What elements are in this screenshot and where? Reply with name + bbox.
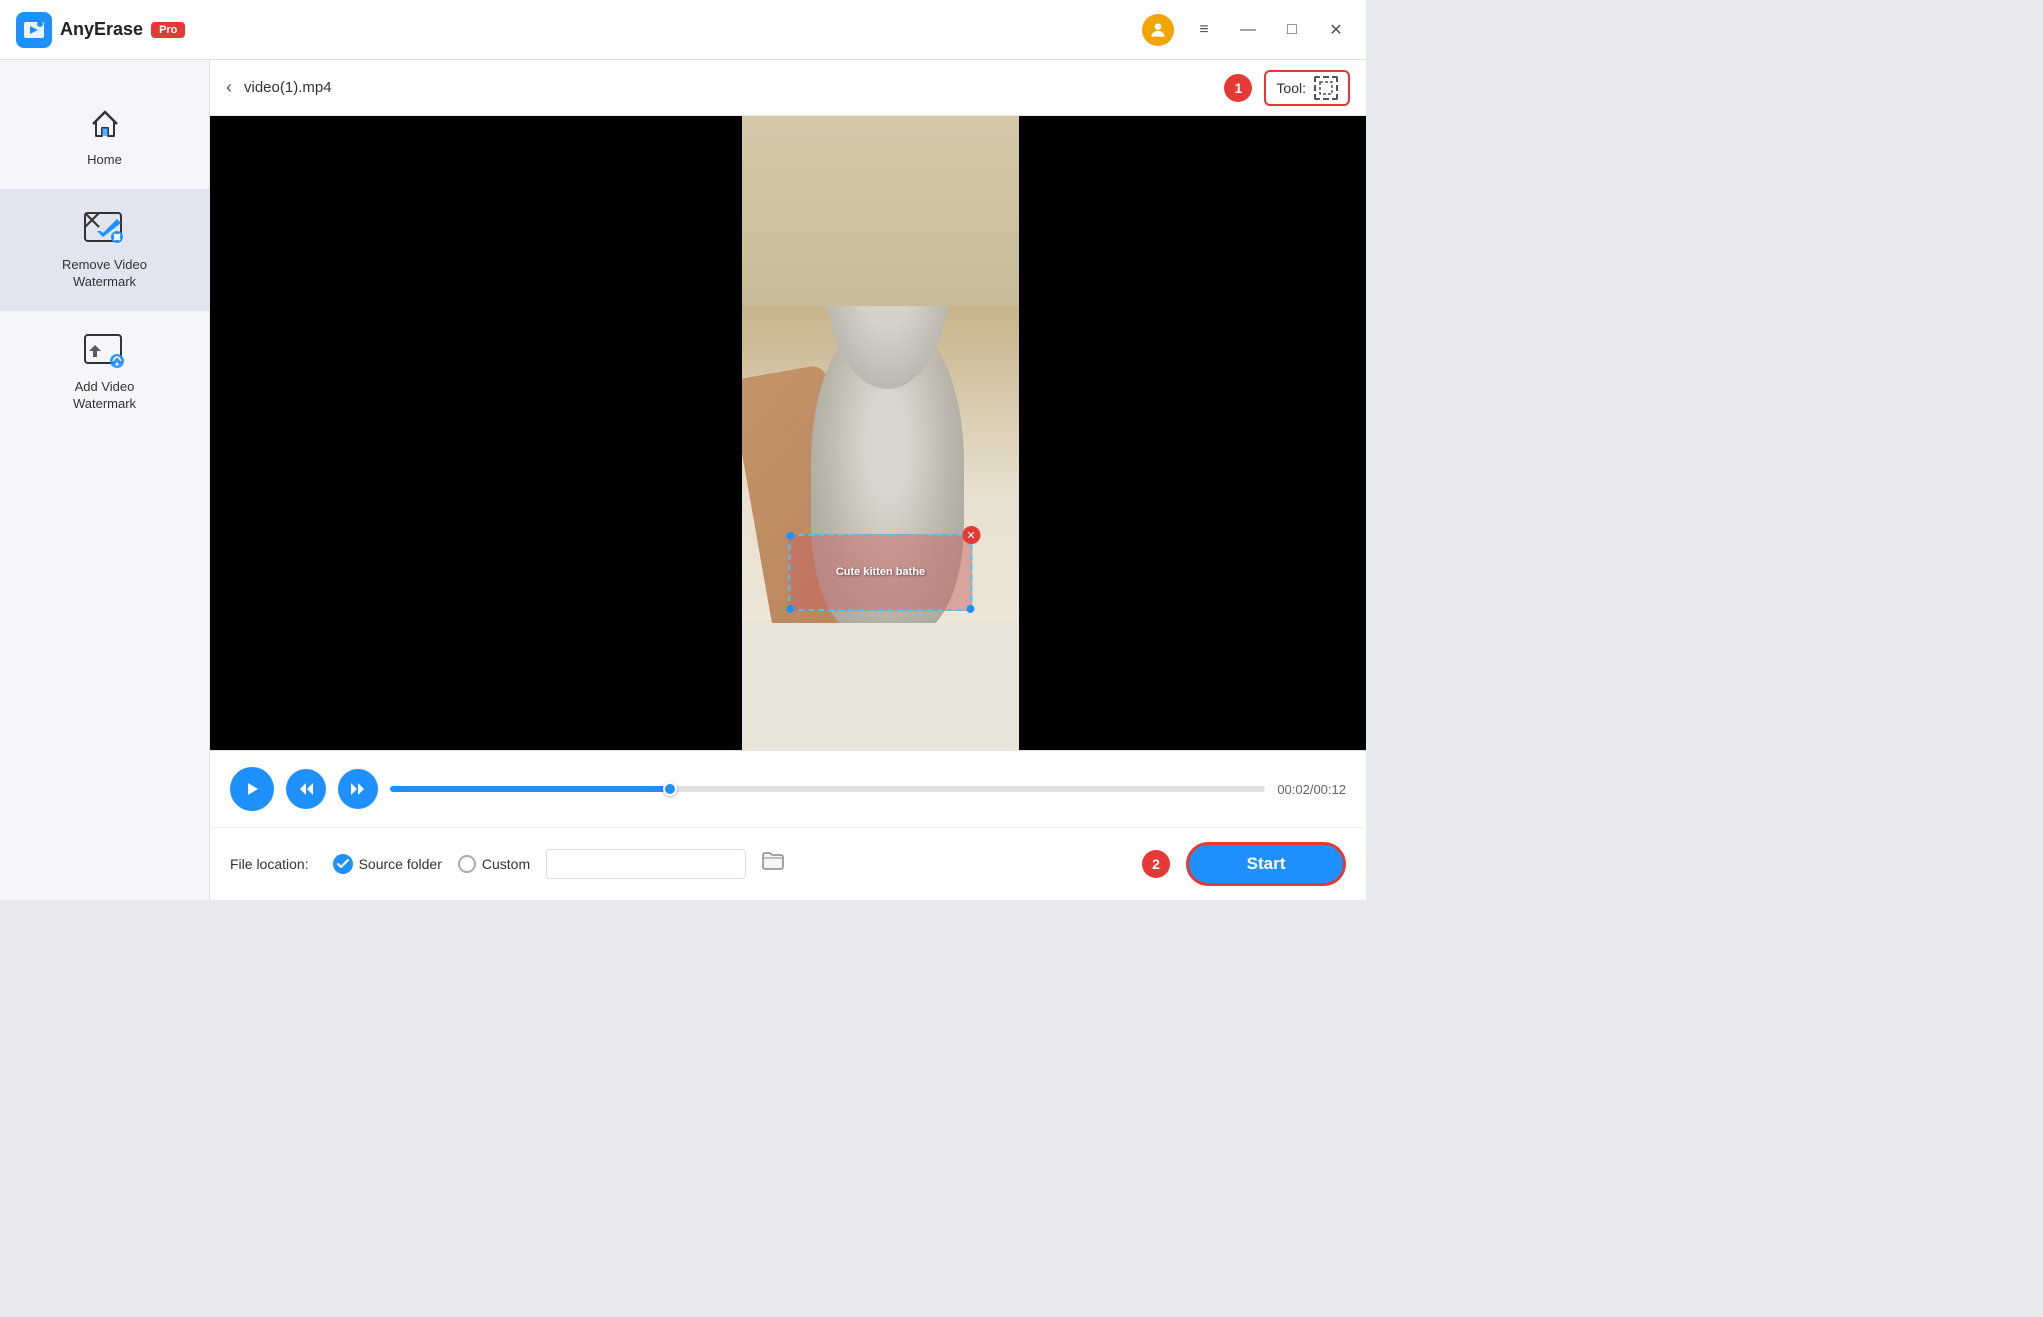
forward-button[interactable] xyxy=(338,769,378,809)
video-header: ‹ video(1).mp4 1 Tool: xyxy=(210,60,1366,116)
app-name: AnyErase xyxy=(60,19,143,40)
video-container[interactable]: Cute kitten bathe ✕ xyxy=(210,116,1366,750)
file-location-row: File location: Source folder Custom xyxy=(210,827,1366,900)
remove-watermark-icon xyxy=(83,209,127,249)
close-button[interactable]: ✕ xyxy=(1322,16,1350,44)
sidebar-home-label: Home xyxy=(87,152,122,169)
content-area: ‹ video(1).mp4 1 Tool: xyxy=(210,60,1366,900)
selection-tool-icon[interactable] xyxy=(1314,76,1338,100)
sidebar-item-add-watermark[interactable]: Add VideoWatermark xyxy=(0,311,209,433)
source-folder-label: Source folder xyxy=(359,856,442,872)
sidebar-remove-watermark-label: Remove VideoWatermark xyxy=(62,257,147,291)
video-filename: video(1).mp4 xyxy=(244,79,1212,96)
watermark-text: Cute kitten bathe xyxy=(836,566,925,578)
menu-button[interactable]: ≡ xyxy=(1190,16,1218,44)
source-folder-radio[interactable] xyxy=(333,854,353,874)
background-wall xyxy=(742,116,1019,306)
pro-badge: Pro xyxy=(151,22,185,38)
custom-path-input[interactable] xyxy=(546,849,746,879)
handle-bottom-right[interactable] xyxy=(966,605,974,613)
sidebar: Home Remove VideoWatermark xyxy=(0,60,210,900)
close-selection-button[interactable]: ✕ xyxy=(962,526,980,544)
start-button[interactable]: Start xyxy=(1186,842,1346,886)
sidebar-item-remove-watermark[interactable]: Remove VideoWatermark xyxy=(0,189,209,311)
back-button[interactable]: ‹ xyxy=(226,77,232,98)
progress-bar[interactable] xyxy=(390,786,1265,792)
file-location-label: File location: xyxy=(230,856,309,872)
main-layout: Home Remove VideoWatermark xyxy=(0,60,1366,900)
background-floor xyxy=(742,623,1019,750)
playback-row: 00:02/00:12 xyxy=(230,767,1346,811)
video-black-left xyxy=(210,116,742,750)
play-button[interactable] xyxy=(230,767,274,811)
custom-label: Custom xyxy=(482,856,530,872)
tool-box: Tool: xyxy=(1264,70,1350,106)
rewind-button[interactable] xyxy=(286,769,326,809)
progress-fill xyxy=(390,786,670,792)
home-icon xyxy=(85,104,125,144)
window-controls: ≡ — □ ✕ xyxy=(1142,14,1350,46)
progress-thumb[interactable] xyxy=(663,782,677,796)
sidebar-item-home[interactable]: Home xyxy=(0,84,209,189)
watermark-selection-box[interactable]: Cute kitten bathe ✕ xyxy=(789,534,972,610)
title-bar: AnyErase Pro ≡ — □ ✕ xyxy=(0,0,1366,60)
handle-top-left[interactable] xyxy=(787,532,795,540)
user-avatar[interactable] xyxy=(1142,14,1174,46)
source-folder-option[interactable]: Source folder xyxy=(333,854,442,874)
video-frame: Cute kitten bathe ✕ xyxy=(210,116,1366,750)
maximize-button[interactable]: □ xyxy=(1278,16,1306,44)
custom-option[interactable]: Custom xyxy=(458,855,530,873)
step1-badge: 1 xyxy=(1224,74,1252,102)
tool-label: Tool: xyxy=(1276,80,1306,96)
browse-folder-button[interactable] xyxy=(762,852,784,876)
app-logo xyxy=(16,12,52,48)
step2-badge: 2 xyxy=(1142,850,1170,878)
video-black-right xyxy=(1019,116,1366,750)
video-content: Cute kitten bathe ✕ xyxy=(742,116,1019,750)
cat-scene: Cute kitten bathe ✕ xyxy=(742,116,1019,750)
time-display: 00:02/00:12 xyxy=(1277,782,1346,797)
custom-radio[interactable] xyxy=(458,855,476,873)
add-watermark-icon xyxy=(83,331,127,371)
sidebar-add-watermark-label: Add VideoWatermark xyxy=(73,379,136,413)
minimize-button[interactable]: — xyxy=(1234,16,1262,44)
controls-bar: 00:02/00:12 xyxy=(210,750,1366,827)
